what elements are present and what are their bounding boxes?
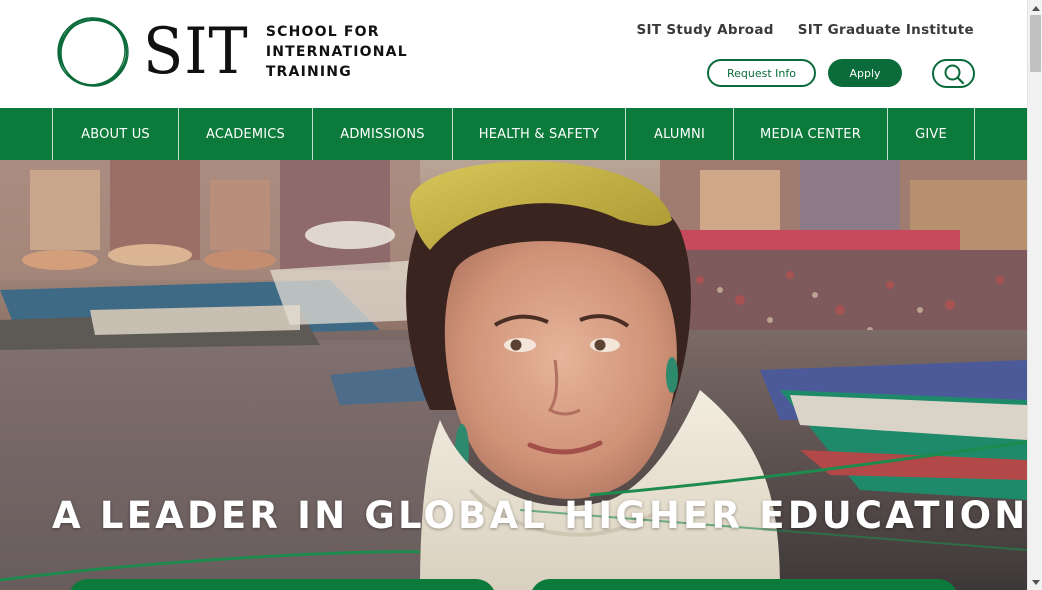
link-sit-study-abroad[interactable]: SIT Study Abroad [637,22,774,38]
logo-line-1: SCHOOL FOR [265,24,380,40]
logo-full-name: SCHOOL FOR INTERNATIONAL TRAINING [266,22,408,82]
nav-item-academics[interactable]: ACADEMICS [178,108,312,160]
hero-banner: A LEADER IN GLOBAL HIGHER EDUCATION [0,160,1027,590]
sit-logo[interactable]: SIT SCHOOL FOR INTERNATIONAL TRAINING [55,14,408,90]
site-header: SIT SCHOOL FOR INTERNATIONAL TRAINING SI… [0,0,1027,108]
hero-cta-button-left[interactable] [68,579,496,590]
search-button[interactable] [932,59,975,88]
nav-item-about-us[interactable]: ABOUT US [52,108,178,160]
scroll-down-arrow-icon[interactable] [1028,575,1042,590]
page: SIT SCHOOL FOR INTERNATIONAL TRAINING SI… [0,0,1027,590]
nav-item-alumni[interactable]: ALUMNI [625,108,733,160]
hero-cta-button-right[interactable] [530,579,958,590]
nav-item-admissions[interactable]: ADMISSIONS [312,108,452,160]
scroll-up-arrow-icon[interactable] [1028,0,1042,15]
nav-item-give[interactable]: GIVE [887,108,974,160]
link-sit-graduate-institute[interactable]: SIT Graduate Institute [798,22,974,38]
logo-circle-icon [57,17,129,87]
hero-title: A LEADER IN GLOBAL HIGHER EDUCATION [52,494,1027,537]
nav-divider-end [974,108,975,160]
main-nav: ABOUT US ACADEMICS ADMISSIONS HEALTH & S… [0,108,1027,160]
logo-line-2: INTERNATIONAL [265,44,408,60]
request-info-button[interactable]: Request Info [707,59,816,87]
nav-item-media-center[interactable]: MEDIA CENTER [733,108,887,160]
vertical-scrollbar[interactable] [1027,0,1042,590]
search-icon [944,64,964,84]
logo-sit-letters: SIT [143,15,249,89]
scrollbar-thumb[interactable] [1030,15,1041,72]
nav-item-health-safety[interactable]: HEALTH & SAFETY [452,108,625,160]
logo-line-3: TRAINING [265,64,352,80]
top-links: SIT Study Abroad SIT Graduate Institute [637,22,974,38]
apply-button[interactable]: Apply [828,59,902,87]
